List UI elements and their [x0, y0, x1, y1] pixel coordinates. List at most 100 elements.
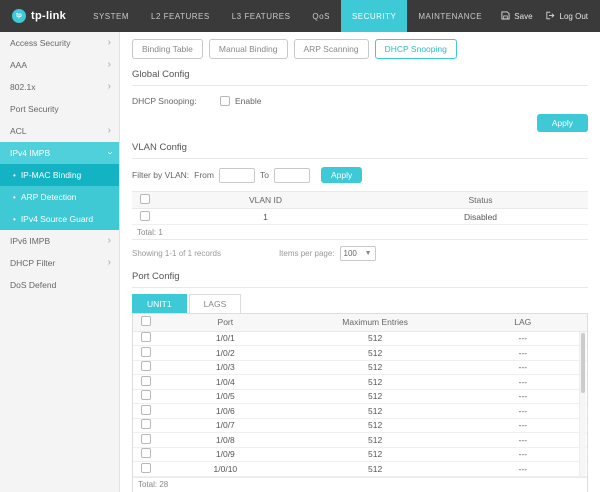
- port-cell: 1/0/1: [159, 331, 292, 346]
- sidebar-item-8021x[interactable]: 802.1x ›: [0, 76, 119, 98]
- port-table-row: 1/0/10 512 ---: [133, 461, 587, 477]
- vlan-table-row: 1 Disabled: [132, 208, 588, 225]
- port-table-container: Port Maximum Entries LAG 1/0/1 512 --- 1…: [132, 313, 588, 492]
- port-row-checkbox[interactable]: [141, 433, 151, 444]
- max-entries-cell: 512: [291, 389, 459, 404]
- items-per-page-select[interactable]: 100 ▼: [339, 246, 376, 261]
- page-tabs: Binding Table Manual Binding ARP Scannin…: [132, 39, 588, 59]
- logout-label: Log Out: [559, 11, 588, 21]
- lag-header: LAG: [458, 314, 587, 332]
- nav-l3-features[interactable]: L3 FEATURES: [221, 0, 302, 32]
- port-table-row: 1/0/9 512 ---: [133, 447, 587, 462]
- port-row-checkbox[interactable]: [141, 332, 151, 343]
- tab-lags[interactable]: LAGS: [188, 294, 242, 313]
- nav-security[interactable]: SECURITY: [340, 0, 408, 32]
- nav-system[interactable]: SYSTEM: [82, 0, 140, 32]
- max-entries-cell: 512: [291, 374, 459, 390]
- tab-arp-scanning[interactable]: ARP Scanning: [293, 39, 369, 59]
- tab-binding-table[interactable]: Binding Table: [132, 39, 203, 59]
- max-entries-cell: 512: [291, 403, 459, 419]
- vlan-pagination: Showing 1-1 of 1 records Items per page:…: [132, 246, 588, 261]
- tab-dhcp-snooping[interactable]: DHCP Snooping: [374, 39, 457, 59]
- port-row-checkbox[interactable]: [141, 448, 151, 459]
- port-cell: 1/0/6: [159, 403, 292, 419]
- max-entries-cell: 512: [291, 432, 459, 448]
- vlan-id-cell: 1: [158, 208, 373, 225]
- port-config-title: Port Config: [132, 271, 588, 288]
- vlan-table-total: Total: 1: [132, 225, 588, 240]
- dhcp-snooping-field: DHCP Snooping: Enable: [132, 96, 588, 106]
- sidebar-subitem-ipv4-source-guard[interactable]: • IPv4 Source Guard: [0, 208, 119, 230]
- nav-qos[interactable]: QoS: [301, 0, 341, 32]
- port-row-checkbox[interactable]: [141, 404, 151, 415]
- sidebar-item-label: Port Security: [10, 104, 59, 114]
- port-cell: 1/0/10: [159, 461, 292, 477]
- logout-button[interactable]: Log Out: [545, 11, 588, 22]
- brand-logo: tp tp-link: [0, 0, 82, 32]
- sidebar-subitem-arp-detection[interactable]: • ARP Detection: [0, 186, 119, 208]
- items-per-page-value: 100: [343, 249, 357, 258]
- nav-l2-features[interactable]: L2 FEATURES: [140, 0, 221, 32]
- port-table-total: Total: 28: [133, 476, 587, 492]
- vlan-filter-apply-button[interactable]: Apply: [320, 167, 363, 183]
- vlan-status-cell: Disabled: [373, 208, 588, 225]
- sidebar-item-dos-defend[interactable]: DoS Defend: [0, 274, 119, 296]
- lag-cell: ---: [458, 418, 587, 433]
- lag-cell: ---: [458, 403, 587, 419]
- sidebar: Access Security › AAA › 802.1x › Port Se…: [0, 32, 120, 492]
- vlan-row-checkbox[interactable]: [140, 210, 150, 221]
- nav-maintenance[interactable]: MAINTENANCE: [407, 0, 493, 32]
- sidebar-item-access-security[interactable]: Access Security ›: [0, 32, 119, 54]
- port-cell: 1/0/9: [159, 447, 292, 462]
- app-window: tp tp-link SYSTEM L2 FEATURES L3 FEATURE…: [0, 0, 600, 492]
- port-row-checkbox[interactable]: [141, 462, 151, 473]
- vlan-from-input[interactable]: [219, 167, 255, 183]
- sidebar-item-dhcp-filter[interactable]: DHCP Filter ›: [0, 252, 119, 274]
- lag-cell: ---: [458, 374, 587, 390]
- bullet-icon: •: [13, 214, 16, 224]
- vlan-config-title: VLAN Config: [132, 142, 588, 159]
- sidebar-item-label: ACL: [10, 126, 27, 136]
- showing-records-text: Showing 1-1 of 1 records: [132, 249, 221, 258]
- vlan-header-checkbox[interactable]: [140, 194, 150, 204]
- sidebar-item-label: DoS Defend: [10, 280, 57, 290]
- port-row-checkbox[interactable]: [141, 375, 151, 386]
- scrollbar-thumb[interactable]: [581, 333, 585, 394]
- dhcp-snooping-enable-checkbox[interactable]: [220, 96, 230, 106]
- port-table-row: 1/0/4 512 ---: [133, 374, 587, 390]
- save-button[interactable]: Save: [501, 10, 533, 22]
- lag-cell: ---: [458, 345, 587, 361]
- port-cell: 1/0/2: [159, 345, 292, 361]
- port-table-header-row: Port Maximum Entries LAG: [133, 314, 587, 332]
- global-config-apply-button[interactable]: Apply: [536, 114, 588, 132]
- tab-unit1[interactable]: UNIT1: [132, 294, 187, 313]
- vlan-filter-row: Filter by VLAN: From To Apply: [132, 167, 588, 183]
- global-config-title: Global Config: [132, 69, 588, 86]
- from-label: From: [194, 170, 214, 180]
- port-table-scrollbar[interactable]: [579, 332, 586, 476]
- sidebar-item-label: IPv4 IMPB: [10, 148, 51, 158]
- port-table-row: 1/0/5 512 ---: [133, 389, 587, 404]
- vlan-to-input[interactable]: [273, 167, 310, 183]
- port-row-checkbox[interactable]: [141, 361, 151, 372]
- sidebar-subitem-ip-mac-binding[interactable]: • IP-MAC Binding: [0, 164, 119, 186]
- enable-label: Enable: [235, 96, 262, 106]
- port-header-checkbox[interactable]: [141, 316, 151, 327]
- dhcp-snooping-label: DHCP Snooping:: [132, 96, 197, 106]
- sidebar-item-port-security[interactable]: Port Security: [0, 98, 119, 120]
- port-row-checkbox[interactable]: [141, 390, 151, 401]
- port-row-checkbox[interactable]: [141, 346, 151, 357]
- sidebar-item-aaa[interactable]: AAA ›: [0, 54, 119, 76]
- top-navigation: SYSTEM L2 FEATURES L3 FEATURES QoS SECUR…: [82, 0, 493, 32]
- brand-name: tp-link: [31, 10, 67, 22]
- sidebar-item-acl[interactable]: ACL ›: [0, 120, 119, 142]
- max-entries-cell: 512: [291, 360, 459, 375]
- sidebar-item-ipv4-impb[interactable]: IPv4 IMPB ›: [0, 142, 119, 164]
- sidebar-subitem-label: IPv4 Source Guard: [20, 214, 94, 224]
- max-entries-cell: 512: [291, 447, 459, 462]
- tab-manual-binding[interactable]: Manual Binding: [208, 39, 288, 59]
- sidebar-item-ipv6-impb[interactable]: IPv6 IMPB ›: [0, 230, 119, 252]
- port-row-checkbox[interactable]: [141, 419, 151, 430]
- port-table-row: 1/0/7 512 ---: [133, 418, 587, 433]
- sidebar-item-label: 802.1x: [10, 82, 36, 92]
